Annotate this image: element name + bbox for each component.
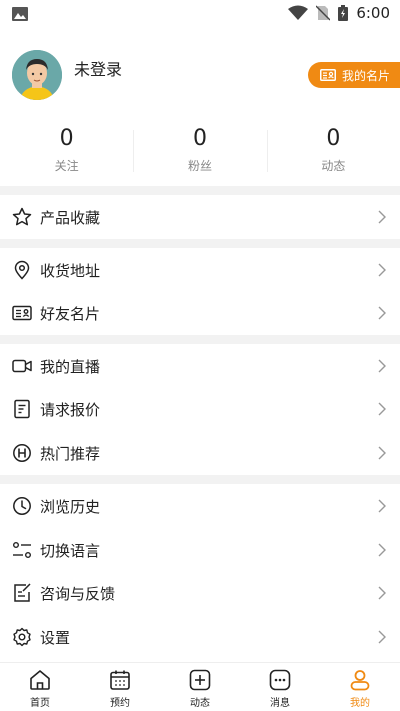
menu-label: 浏览历史 (40, 497, 101, 516)
chevron-right-icon (378, 210, 386, 224)
avatar[interactable] (12, 50, 62, 100)
section-divider (0, 186, 400, 195)
stat-label: 关注 (54, 159, 79, 173)
hot-badge-icon (13, 444, 31, 462)
menu-label: 我的直播 (40, 357, 101, 376)
nav-mine[interactable]: 我的 (320, 663, 400, 711)
menu-item-hot-recommend[interactable]: 热门推荐 (0, 431, 400, 475)
menu-item-browse-history[interactable]: 浏览历史 (0, 484, 400, 528)
my-card-button[interactable]: 我的名片 (308, 62, 400, 88)
nav-label: 首页 (30, 698, 50, 709)
menu-label: 收货地址 (40, 261, 101, 280)
stat-value: 0 (326, 126, 341, 151)
menu-item-friend-cards[interactable]: 好友名片 (0, 291, 400, 335)
stats-bar: 0 关注 0 粉丝 0 动态 (0, 118, 400, 184)
plus-square-icon (189, 669, 211, 691)
no-sim-icon (316, 5, 331, 21)
section-divider (0, 475, 400, 484)
nav-feed[interactable]: 动态 (160, 663, 240, 711)
clock-icon (13, 497, 31, 515)
stat-posts[interactable]: 0 动态 (266, 118, 400, 184)
chevron-right-icon (378, 402, 386, 416)
chevron-right-icon (378, 586, 386, 600)
edit-note-icon (14, 583, 31, 602)
star-icon (12, 207, 32, 226)
stat-value: 0 (192, 126, 207, 151)
calendar-icon (110, 670, 130, 690)
nav-label: 消息 (270, 698, 290, 709)
chevron-right-icon (378, 543, 386, 557)
bottom-nav: 首页 预约 动态 消息 我的 (0, 662, 400, 711)
image-notification-icon (12, 6, 28, 25)
card-icon (320, 69, 336, 81)
stat-following[interactable]: 0 关注 (0, 118, 133, 184)
menu-label: 设置 (40, 628, 71, 647)
stat-label: 粉丝 (187, 159, 212, 173)
document-icon (14, 399, 30, 419)
nav-label: 我的 (350, 698, 370, 709)
nav-home[interactable]: 首页 (0, 663, 80, 711)
menu-item-product-favorites[interactable]: 产品收藏 (0, 195, 400, 239)
chevron-right-icon (378, 499, 386, 513)
menu-label: 好友名片 (40, 304, 101, 323)
menu-label: 咨询与反馈 (40, 584, 116, 603)
toggle-switch-icon (13, 542, 31, 558)
message-icon (269, 669, 291, 691)
menu-item-my-live[interactable]: 我的直播 (0, 344, 400, 388)
battery-icon (338, 5, 349, 21)
location-pin-icon (14, 260, 30, 280)
nav-appointment[interactable]: 预约 (80, 663, 160, 711)
nav-label: 预约 (110, 698, 130, 709)
my-card-label: 我的名片 (342, 68, 391, 83)
stat-followers[interactable]: 0 粉丝 (133, 118, 266, 184)
chevron-right-icon (378, 263, 386, 277)
username[interactable]: 未登录 (74, 56, 122, 80)
menu-item-shipping-address[interactable]: 收货地址 (0, 248, 400, 292)
menu-label: 热门推荐 (40, 444, 101, 463)
home-icon (30, 670, 50, 690)
chevron-right-icon (378, 306, 386, 320)
menu-label: 切换语言 (40, 541, 101, 560)
menu-label: 请求报价 (40, 400, 101, 419)
menu-label: 产品收藏 (40, 208, 101, 227)
contact-card-icon (12, 305, 32, 321)
clock: 6:00 (356, 4, 390, 22)
user-icon (350, 670, 370, 691)
nav-label: 动态 (190, 698, 210, 709)
menu-item-feedback[interactable]: 咨询与反馈 (0, 571, 400, 615)
status-bar: 6:00 (0, 0, 400, 28)
chevron-right-icon (378, 446, 386, 460)
video-camera-icon (12, 359, 32, 373)
menu-item-settings[interactable]: 设置 (0, 615, 400, 659)
gear-icon (13, 627, 31, 647)
stat-value: 0 (59, 126, 74, 151)
chevron-right-icon (378, 359, 386, 373)
chevron-right-icon (378, 630, 386, 644)
section-divider (0, 239, 400, 248)
menu-item-switch-language[interactable]: 切换语言 (0, 528, 400, 572)
stat-label: 动态 (321, 159, 346, 173)
wifi-icon (288, 5, 309, 20)
nav-messages[interactable]: 消息 (240, 663, 320, 711)
section-divider (0, 335, 400, 344)
menu-item-request-quote[interactable]: 请求报价 (0, 387, 400, 431)
